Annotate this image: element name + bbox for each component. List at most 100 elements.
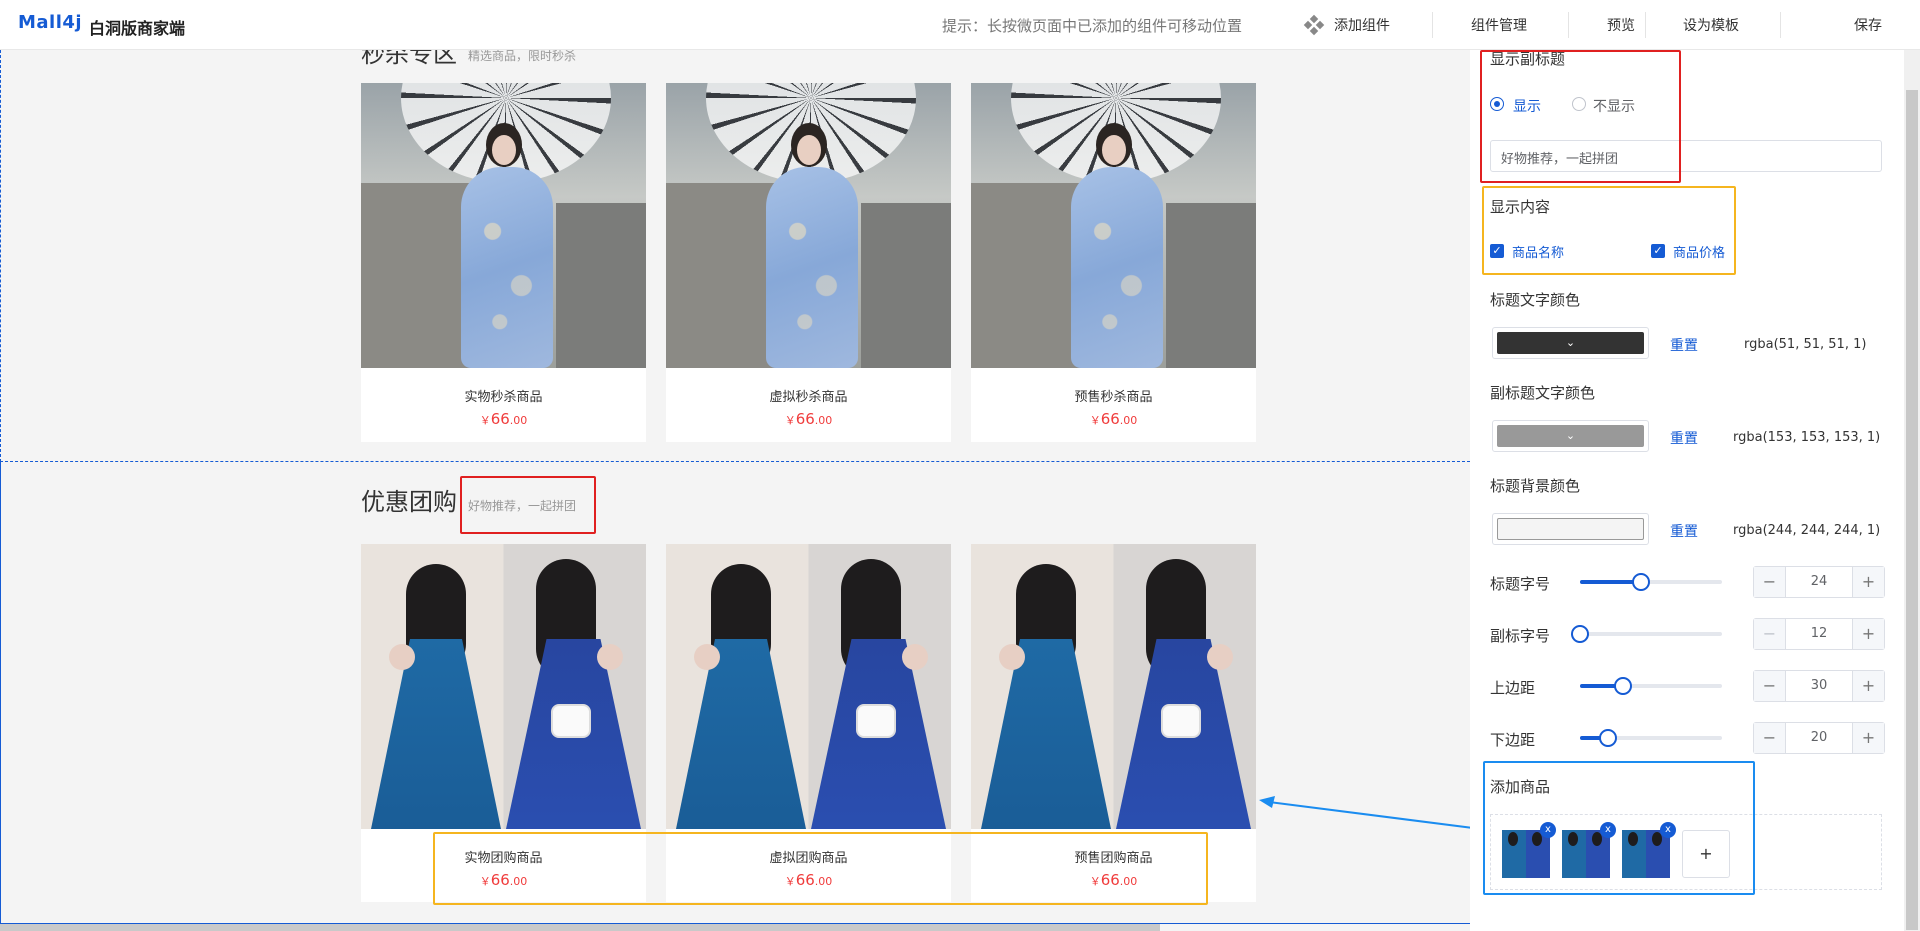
save-button[interactable]: 保存 — [1854, 15, 1882, 35]
radio-show-label[interactable]: 显示 — [1513, 96, 1541, 116]
remove-goods-icon[interactable]: x — [1600, 822, 1616, 838]
goods-name: 虚拟秒杀商品 — [769, 390, 848, 405]
plus-icon[interactable]: + — [1852, 723, 1884, 753]
subtitle-font-size-stepper[interactable]: − 12 + — [1753, 618, 1885, 650]
top-margin-label: 上边距 — [1490, 679, 1536, 697]
canvas-horizontal-scrollbar[interactable] — [0, 924, 1160, 931]
title-color-label: 标题文字颜色 — [1490, 291, 1581, 309]
bottom-margin-stepper[interactable]: − 20 + — [1753, 722, 1885, 754]
panel-scrollbar-thumb[interactable] — [1906, 90, 1918, 930]
remove-goods-icon[interactable]: x — [1540, 822, 1556, 838]
group-buy-subtitle: 好物推荐，一起拼团 — [468, 499, 577, 513]
goods-thumbnail[interactable] — [1562, 830, 1610, 878]
goods-price: ￥66.00 — [479, 410, 528, 428]
remove-goods-icon[interactable]: x — [1660, 822, 1676, 838]
minus-icon[interactable]: − — [1754, 619, 1786, 649]
top-margin-stepper[interactable]: − 30 + — [1753, 670, 1885, 702]
goods-price: ￥66.00 — [784, 410, 833, 428]
seckill-title: 秒杀专区 — [361, 50, 457, 68]
chevron-down-icon: ⌄ — [1497, 425, 1644, 447]
slider-handle[interactable] — [1632, 573, 1650, 591]
title-bg-color-reset[interactable]: 重置 — [1670, 521, 1698, 541]
preview-button[interactable]: 预览 — [1607, 15, 1635, 35]
logo-subtitle: 白洞版商家端 — [89, 19, 186, 38]
subtitle-font-size-slider[interactable] — [1580, 632, 1722, 636]
slider-handle[interactable] — [1614, 677, 1632, 695]
checkbox-goods-price[interactable]: ✓ — [1651, 244, 1665, 258]
minus-icon[interactable]: − — [1754, 671, 1786, 701]
goods-thumbnail[interactable] — [1502, 830, 1550, 878]
subtitle-color-label: 副标题文字颜色 — [1490, 384, 1596, 402]
title-bg-color-label: 标题背景颜色 — [1490, 477, 1581, 495]
minus-icon[interactable]: − — [1754, 723, 1786, 753]
goods-card[interactable]: 虚拟团购商品 ￥66.00 — [666, 544, 951, 902]
group-buy-section[interactable]: 优惠团购 好物推荐，一起拼团 实物团购商品 ￥66.00 虚拟团购商品 ￥66.… — [0, 462, 1470, 924]
goods-card[interactable]: 预售团购商品 ￥66.00 — [971, 544, 1256, 902]
stepper-value[interactable]: 12 — [1786, 619, 1852, 649]
page-canvas: 秒杀专区 精选商品，限时秒杀 实物秒杀商品 ￥66.00 虚拟秒杀商品 ￥66.… — [0, 50, 1470, 931]
stepper-value[interactable]: 20 — [1786, 723, 1852, 753]
group-buy-title: 优惠团购 — [361, 488, 457, 516]
goods-price: ￥66.00 — [1089, 410, 1138, 428]
goods-thumbnail[interactable] — [1622, 830, 1670, 878]
add-widget-button[interactable]: 添加组件 — [1334, 15, 1390, 35]
title-font-size-stepper[interactable]: − 24 + — [1753, 566, 1885, 598]
goods-name: 预售团购商品 — [1074, 851, 1153, 866]
goods-name: 实物秒杀商品 — [464, 390, 543, 405]
plus-icon[interactable]: + — [1852, 619, 1884, 649]
checkbox-goods-name-label[interactable]: 商品名称 — [1512, 242, 1564, 261]
widget-manage-button[interactable]: 组件管理 — [1471, 15, 1527, 35]
subtitle-color-value: rgba(153, 153, 153, 1) — [1733, 430, 1881, 445]
plus-icon[interactable]: + — [1852, 567, 1884, 597]
widget-icon — [1303, 14, 1325, 36]
checkbox-goods-name[interactable]: ✓ — [1490, 244, 1504, 258]
goods-price: ￥66.00 — [479, 871, 528, 889]
title-bg-color-picker[interactable] — [1492, 513, 1649, 545]
top-bar: Mall4j 白洞版商家端 提示：长按微页面中已添加的组件可移动位置 添加组件 … — [0, 0, 1920, 50]
slider-handle[interactable] — [1599, 729, 1617, 747]
goods-name: 虚拟团购商品 — [769, 851, 848, 866]
nav-divider — [1432, 12, 1433, 38]
logo: Mall4j — [18, 12, 83, 33]
radio-hide[interactable] — [1572, 97, 1586, 111]
goods-price: ￥66.00 — [784, 871, 833, 889]
minus-icon[interactable]: − — [1754, 567, 1786, 597]
bottom-margin-label: 下边距 — [1490, 731, 1536, 749]
nav-divider — [1645, 12, 1646, 38]
goods-image — [361, 544, 646, 829]
nav-divider — [1568, 12, 1569, 38]
goods-price: ￥66.00 — [1089, 871, 1138, 889]
subtitle-color-picker[interactable]: ⌄ — [1492, 420, 1649, 452]
title-color-reset[interactable]: 重置 — [1670, 335, 1698, 355]
seckill-section[interactable]: 秒杀专区 精选商品，限时秒杀 实物秒杀商品 ￥66.00 虚拟秒杀商品 ￥66.… — [0, 50, 1470, 462]
show-subtitle-label: 显示副标题 — [1490, 50, 1566, 68]
radio-hide-label[interactable]: 不显示 — [1593, 96, 1635, 116]
plus-icon[interactable]: + — [1852, 671, 1884, 701]
title-color-value: rgba(51, 51, 51, 1) — [1744, 337, 1867, 352]
goods-card[interactable]: 预售秒杀商品 ￥66.00 — [971, 83, 1256, 442]
goods-name: 实物团购商品 — [464, 851, 543, 866]
title-font-size-label: 标题字号 — [1490, 575, 1551, 593]
stepper-value[interactable]: 24 — [1786, 567, 1852, 597]
title-bg-color-value: rgba(244, 244, 244, 1) — [1733, 523, 1881, 538]
subtitle-input[interactable]: 好物推荐，一起拼团 — [1490, 140, 1882, 172]
goods-card[interactable]: 虚拟秒杀商品 ￥66.00 — [666, 83, 951, 442]
set-template-button[interactable]: 设为模板 — [1683, 15, 1739, 35]
radio-show[interactable] — [1490, 97, 1504, 111]
subtitle-color-reset[interactable]: 重置 — [1670, 428, 1698, 448]
goods-image — [971, 544, 1256, 829]
checkbox-goods-price-label[interactable]: 商品价格 — [1673, 242, 1725, 261]
stepper-value[interactable]: 30 — [1786, 671, 1852, 701]
chevron-down-icon: ⌄ — [1497, 332, 1644, 354]
nav-divider — [1780, 12, 1781, 38]
seckill-subtitle: 精选商品，限时秒杀 — [468, 50, 577, 63]
goods-image — [666, 83, 951, 368]
title-color-picker[interactable]: ⌄ — [1492, 327, 1649, 359]
add-goods-button[interactable]: + — [1682, 830, 1730, 878]
goods-image — [666, 544, 951, 829]
goods-card[interactable]: 实物团购商品 ￥66.00 — [361, 544, 646, 902]
slider-handle[interactable] — [1571, 625, 1589, 643]
goods-card[interactable]: 实物秒杀商品 ￥66.00 — [361, 83, 646, 442]
show-content-label: 显示内容 — [1490, 198, 1551, 216]
goods-image — [361, 83, 646, 368]
